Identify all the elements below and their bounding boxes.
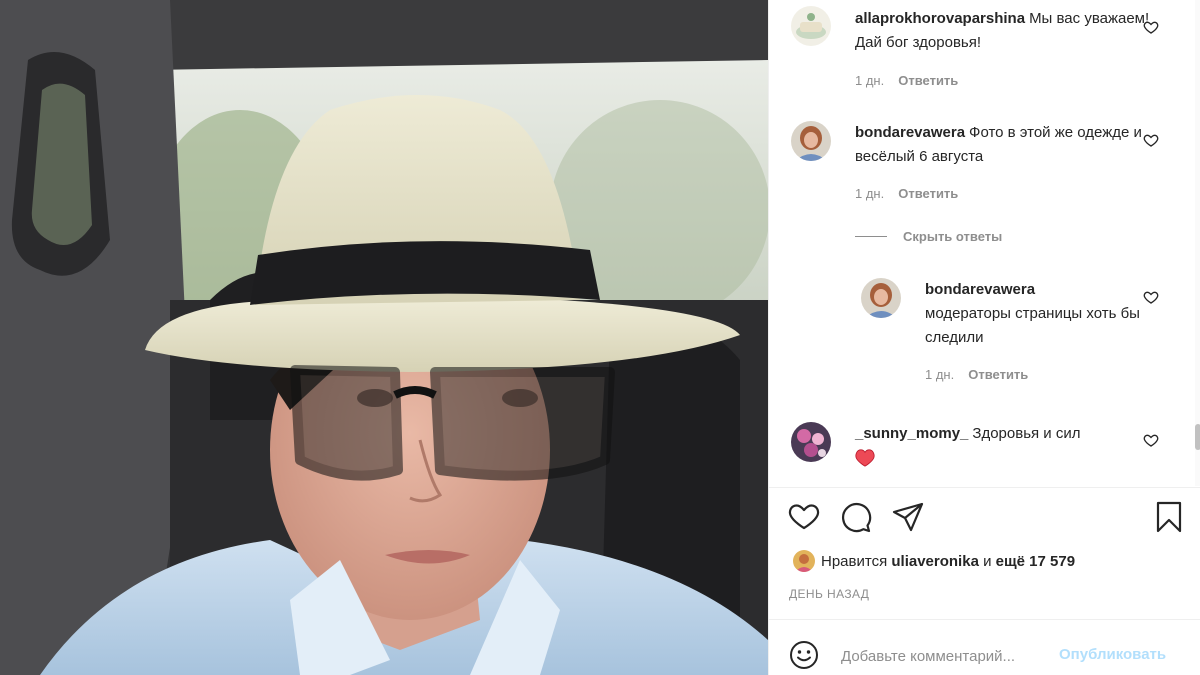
comment-username[interactable]: allaprokhorovaparshina [855,10,1025,27]
comment-meta: 1 дн. Ответить [855,186,958,201]
comment-text: allaprokhorovaparshina Мы вас уважаем! Да… [855,7,1155,55]
comment-like-heart-icon[interactable] [1143,432,1159,448]
emoji-line [855,446,1155,470]
avatar[interactable] [791,422,831,462]
likes-prefix: Нравится [821,552,888,570]
comment-like-heart-icon[interactable] [1143,289,1159,305]
publish-button[interactable]: Опубликовать [1059,646,1166,663]
comment-like-heart-icon[interactable] [1143,19,1159,35]
hide-replies-button[interactable]: Скрыть ответы [855,229,1002,244]
comment-text: bondarevawera модераторы страницы хоть б… [925,278,1145,350]
actions-divider [769,487,1200,488]
liker-avatar[interactable] [793,550,815,572]
post-photo [0,0,768,675]
paper-plane-icon[interactable] [891,500,925,534]
comment-body: модераторы страницы хоть бы следили [925,305,1140,346]
cake-avatar-icon [791,6,831,46]
comment-username[interactable]: _sunny_momy_ [855,425,968,442]
reply-button[interactable]: Ответить [898,186,958,201]
heart-outline-icon[interactable] [787,500,821,534]
comments-scrollbar[interactable] [1195,0,1200,486]
smiley-icon[interactable] [789,640,819,670]
comment-time[interactable]: 1 дн. [855,73,884,88]
bookmark-icon[interactable] [1152,500,1186,534]
likes-count[interactable]: ещё 17 579 [996,553,1075,570]
comment-time[interactable]: 1 дн. [855,186,884,201]
comment-time[interactable]: 1 дн. [925,367,954,382]
avatar[interactable] [791,121,831,161]
comment-body: Здоровья и сил [972,425,1081,442]
comments-list[interactable]: allaprokhorovaparshina Мы вас уважаем! Да… [769,0,1200,486]
comment-input[interactable] [841,644,1061,668]
comment-username[interactable]: bondarevawera [855,124,965,141]
woman-avatar-icon [791,121,831,161]
comments-scrollbar-thumb[interactable] [1195,424,1200,450]
comment-meta: 1 дн. Ответить [855,73,958,88]
hide-replies-line [855,236,887,237]
comment-like-heart-icon[interactable] [1143,132,1159,148]
liker-avatar-icon [793,550,815,572]
reply-button[interactable]: Ответить [968,367,1028,382]
reply-button[interactable]: Ответить [898,73,958,88]
avatar[interactable] [791,6,831,46]
selfie-in-car-image [0,0,768,675]
comment-text: _sunny_momy_ Здоровья и сил [855,422,1155,470]
likes-middle: и [983,552,992,570]
likes-summary: Нравится uliaveronika и ещё 17 579 [793,549,1075,573]
liker-username[interactable]: uliaveronika [891,553,979,570]
post-side-panel: allaprokhorovaparshina Мы вас уважаем! Да… [768,0,1200,675]
post-actions [769,500,1200,540]
hide-replies-label: Скрыть ответы [903,229,1003,244]
comment-username[interactable]: bondarevawera [925,278,1141,302]
comment-bubble-icon[interactable] [839,500,873,534]
flowers-avatar-icon [791,422,831,462]
woman-avatar-icon [861,278,901,318]
comment-meta: 1 дн. Ответить [925,367,1028,382]
comment-text: bondarevawera Фото в этой же одежде и вес… [855,121,1155,169]
avatar[interactable] [861,278,901,318]
add-comment-row: Опубликовать [769,620,1200,675]
post-timestamp[interactable]: ДЕНЬ НАЗАД [789,587,869,601]
red-heart-emoji-icon [855,449,875,467]
